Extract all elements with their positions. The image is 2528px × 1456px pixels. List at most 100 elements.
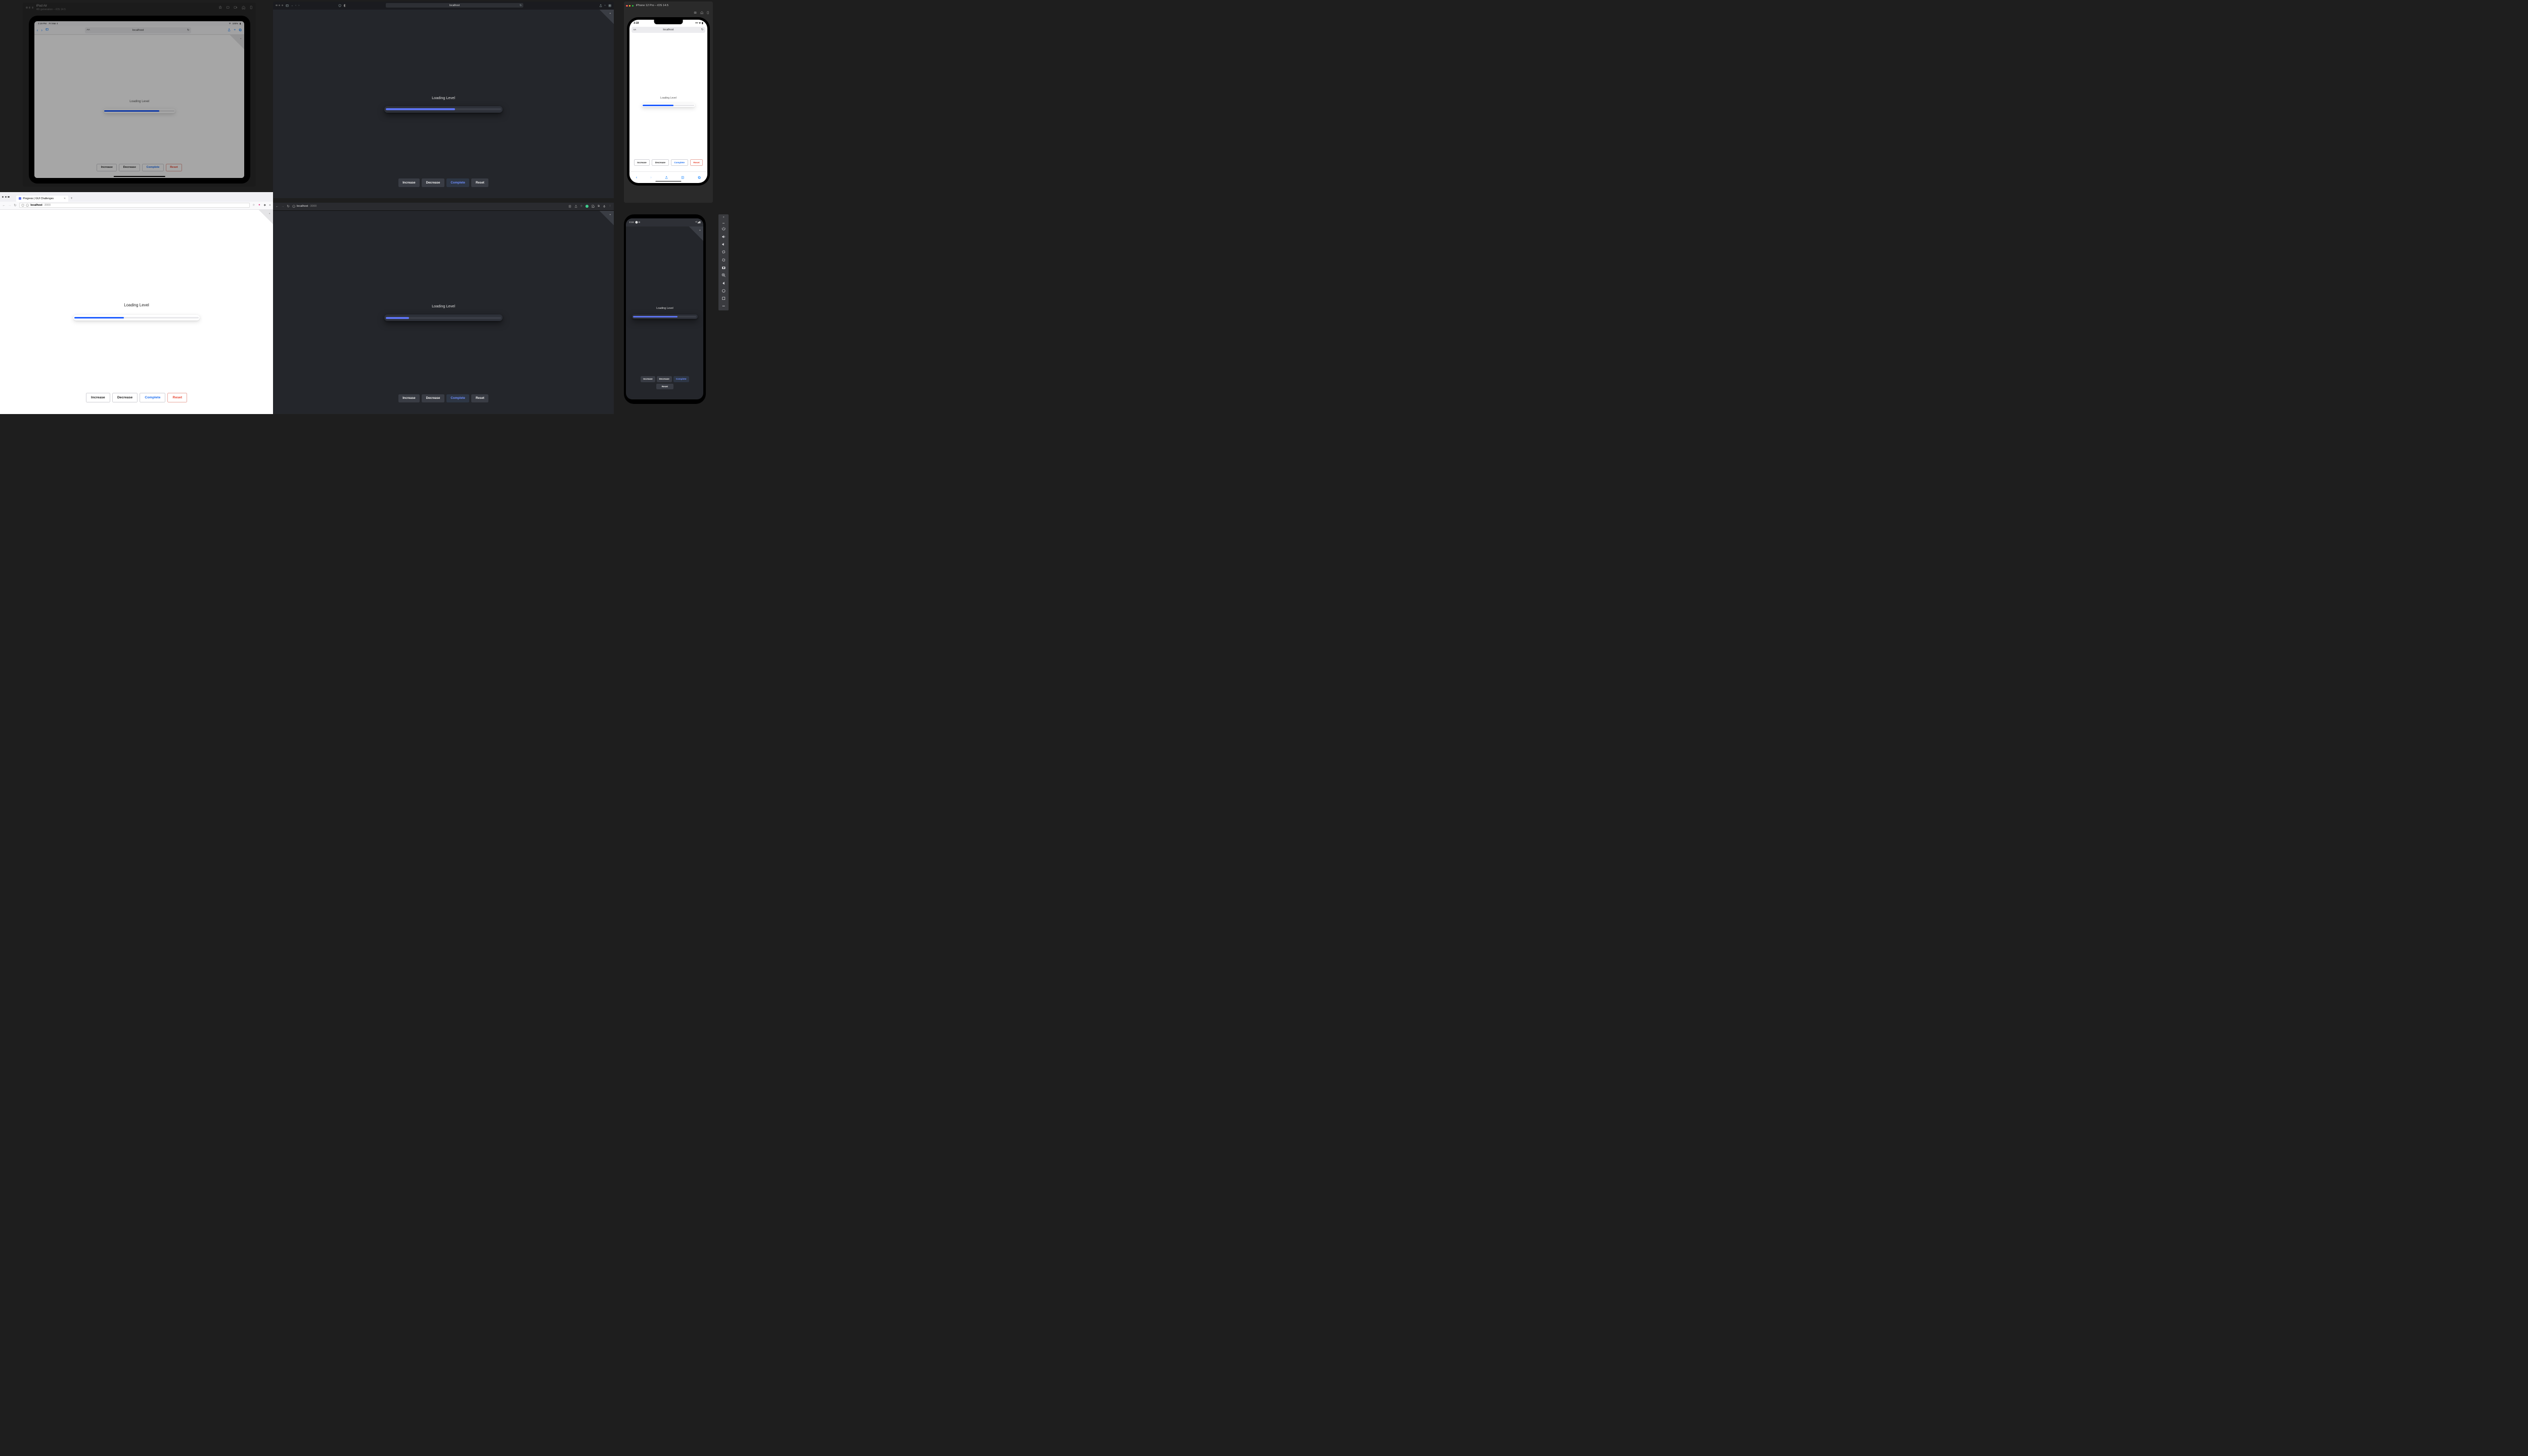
- menu-icon[interactable]: ≡: [269, 204, 270, 207]
- address-bar[interactable]: localhost ↻: [386, 3, 524, 8]
- reset-button[interactable]: Reset: [166, 164, 182, 172]
- back-icon[interactable]: ‹: [37, 28, 38, 32]
- rotate-left-icon[interactable]: [721, 250, 726, 254]
- rotate-right-icon[interactable]: [721, 258, 726, 262]
- new-tab-icon[interactable]: +: [234, 28, 236, 32]
- home-indicator[interactable]: [114, 176, 165, 177]
- extensions-icon[interactable]: [592, 205, 595, 208]
- visbug-icon[interactable]: ✦: [258, 204, 261, 207]
- rotate-icon[interactable]: [249, 6, 253, 9]
- increase-button[interactable]: Increase: [398, 394, 420, 402]
- complete-button[interactable]: Complete: [446, 178, 470, 187]
- complete-button[interactable]: Complete: [673, 376, 689, 382]
- camera-icon[interactable]: [721, 265, 726, 270]
- address-bar[interactable]: AA localhost ↻: [631, 27, 706, 33]
- reload-icon[interactable]: ↻: [701, 28, 704, 31]
- forward-icon[interactable]: ›: [650, 175, 651, 179]
- sidebar-icon[interactable]: [46, 28, 49, 31]
- increase-button[interactable]: Increase: [86, 393, 110, 402]
- rotate-icon[interactable]: [706, 11, 709, 14]
- reset-button[interactable]: Reset: [656, 384, 673, 390]
- home-icon[interactable]: [721, 289, 726, 293]
- info-icon[interactable]: [292, 205, 295, 208]
- visbug-ribbon[interactable]: ✦: [594, 211, 614, 231]
- pin-icon[interactable]: [218, 6, 222, 9]
- mic-icon[interactable]: [603, 205, 606, 208]
- shield-icon[interactable]: [338, 4, 341, 7]
- decrease-button[interactable]: Decrease: [657, 376, 672, 382]
- share-icon[interactable]: [228, 28, 231, 31]
- share-icon[interactable]: [574, 205, 577, 208]
- traffic-lights[interactable]: [2, 196, 10, 198]
- close-icon[interactable]: ✕: [723, 216, 725, 219]
- visbug-ribbon[interactable]: ✦: [594, 10, 614, 30]
- decrease-button[interactable]: Decrease: [422, 178, 444, 187]
- address-bar[interactable]: AA localhost ↻: [85, 27, 191, 33]
- back-icon[interactable]: ←: [3, 204, 6, 207]
- reload-icon[interactable]: ↻: [287, 205, 289, 208]
- reset-button[interactable]: Reset: [690, 159, 703, 166]
- info-icon[interactable]: [26, 204, 29, 207]
- complete-button[interactable]: Complete: [671, 159, 688, 166]
- increase-button[interactable]: Increase: [398, 178, 420, 187]
- power-icon[interactable]: [721, 226, 726, 231]
- bookmark-icon[interactable]: ☆: [252, 204, 255, 207]
- decrease-button[interactable]: Decrease: [422, 394, 444, 402]
- increase-button[interactable]: Increase: [97, 164, 117, 172]
- traffic-lights[interactable]: [26, 7, 33, 8]
- browser-tab[interactable]: Progress | GUI Challenges ✕: [16, 196, 68, 202]
- text-size-icon[interactable]: AA: [86, 29, 89, 31]
- shield-icon[interactable]: [21, 204, 24, 207]
- new-tab-icon[interactable]: +: [604, 4, 606, 7]
- tabs-icon[interactable]: [608, 4, 611, 7]
- overview-icon[interactable]: [721, 296, 726, 301]
- back-icon[interactable]: ‹: [636, 175, 637, 179]
- menu-icon[interactable]: ⋮: [609, 205, 612, 208]
- visbug-ribbon[interactable]: ✦: [253, 210, 273, 230]
- screenshot-icon[interactable]: [694, 11, 697, 14]
- reload-icon[interactable]: ↻: [520, 4, 522, 7]
- volume-up-icon[interactable]: [721, 235, 726, 239]
- reset-button[interactable]: Reset: [471, 394, 488, 402]
- reset-button[interactable]: Reset: [471, 178, 488, 187]
- increase-button[interactable]: Increase: [634, 159, 650, 166]
- bookmarks-icon[interactable]: [681, 176, 684, 179]
- forward-icon[interactable]: ›: [41, 28, 42, 32]
- complete-button[interactable]: Complete: [140, 393, 165, 402]
- install-icon[interactable]: [568, 205, 571, 208]
- address-bar[interactable]: localhost:3000: [19, 203, 250, 208]
- decrease-button[interactable]: Decrease: [652, 159, 669, 166]
- extension-green-icon[interactable]: [585, 205, 589, 208]
- home-icon[interactable]: [242, 6, 245, 9]
- visbug-ribbon[interactable]: ✦: [688, 226, 703, 242]
- decrease-button[interactable]: Decrease: [112, 393, 138, 402]
- complete-button[interactable]: Complete: [446, 394, 470, 402]
- forward-icon[interactable]: →: [281, 205, 284, 208]
- tabs-icon[interactable]: [698, 176, 701, 179]
- traffic-lights[interactable]: [276, 5, 283, 6]
- extension-icon[interactable]: ◆: [264, 204, 266, 207]
- new-tab-icon[interactable]: +: [69, 195, 74, 202]
- text-size-icon[interactable]: AA: [634, 28, 637, 31]
- reload-icon[interactable]: ↻: [14, 204, 16, 207]
- reset-button[interactable]: Reset: [167, 393, 187, 402]
- address-bar[interactable]: localhost:3000: [292, 205, 566, 208]
- chevron-down-icon[interactable]: ⌄: [291, 4, 293, 7]
- appearance-icon[interactable]: [344, 4, 347, 7]
- zoom-icon[interactable]: [721, 273, 726, 278]
- sidebar-icon[interactable]: [286, 4, 289, 7]
- home-indicator[interactable]: [655, 181, 681, 182]
- close-tab-icon[interactable]: ✕: [64, 197, 66, 200]
- traffic-lights[interactable]: [626, 5, 634, 7]
- increase-button[interactable]: Increase: [641, 376, 655, 382]
- record-icon[interactable]: [234, 6, 237, 9]
- reading-list-icon[interactable]: ⧉: [598, 205, 600, 208]
- tabs-icon[interactable]: [239, 28, 242, 31]
- more-icon[interactable]: •••: [721, 304, 726, 309]
- back-icon[interactable]: ←: [276, 205, 279, 208]
- forward-icon[interactable]: →: [8, 204, 11, 207]
- bookmark-icon[interactable]: ☆: [580, 205, 582, 208]
- reload-icon[interactable]: ↻: [187, 29, 190, 32]
- home-icon[interactable]: [700, 11, 703, 14]
- decrease-button[interactable]: Decrease: [119, 164, 140, 172]
